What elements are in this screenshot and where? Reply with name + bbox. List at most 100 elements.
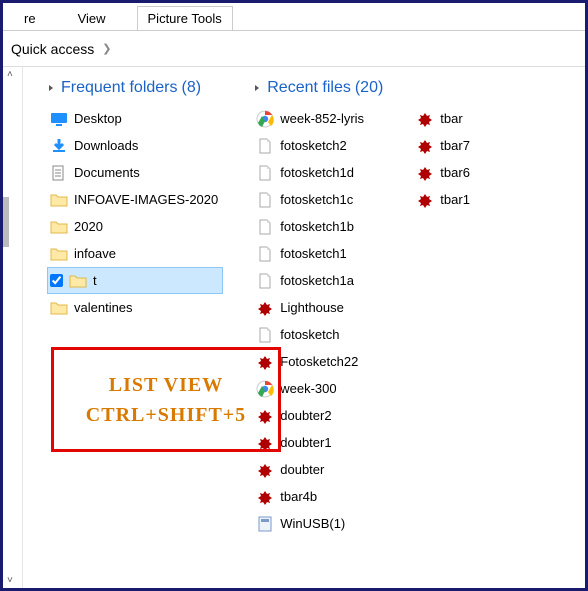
file-icon (256, 245, 274, 263)
file-item[interactable]: fotosketch1a (253, 267, 383, 294)
nav-scroll-down[interactable]: ˅ (7, 575, 13, 586)
annotation-line2: CTRL+SHIFT+5 (86, 400, 246, 430)
file-icon (256, 218, 274, 236)
address-bar[interactable]: Quick access ❯ (3, 31, 585, 67)
file-item[interactable]: tbar4b (253, 483, 383, 510)
annotation-line1: LIST VIEW (109, 370, 223, 400)
bug-icon (416, 110, 434, 128)
file-icon (256, 164, 274, 182)
item-label: infoave (74, 246, 116, 261)
nav-pane: ˄ ˅ (3, 67, 23, 588)
item-label: fotosketch1a (280, 273, 354, 288)
folder-icon (69, 272, 87, 290)
chevron-right-icon[interactable]: ❯ (102, 42, 111, 55)
item-label: fotosketch2 (280, 138, 347, 153)
annotation-box: LIST VIEW CTRL+SHIFT+5 (51, 347, 281, 452)
bug-icon (256, 461, 274, 479)
item-label: tbar4b (280, 489, 317, 504)
file-item[interactable]: fotosketch (253, 321, 383, 348)
file-icon (256, 272, 274, 290)
item-label: week-852-lyris (280, 111, 364, 126)
file-item[interactable]: fotosketch2 (253, 132, 383, 159)
file-item[interactable]: Lighthouse (253, 294, 383, 321)
folder-item[interactable]: Documents (47, 159, 223, 186)
recent-count: (20) (355, 79, 383, 97)
file-icon (256, 326, 274, 344)
item-label: Downloads (74, 138, 138, 153)
folder-item[interactable]: 2020 (47, 213, 223, 240)
recent-files-header[interactable]: Recent files (20) (253, 79, 383, 97)
file-item[interactable]: week-852-lyris (253, 105, 383, 132)
item-label: doubter2 (280, 408, 331, 423)
item-label: fotosketch1 (280, 246, 347, 261)
frequent-folders-header[interactable]: Frequent folders (8) (47, 79, 223, 97)
folder-icon (50, 218, 68, 236)
bug-icon (416, 137, 434, 155)
file-item[interactable]: tbar6 (413, 159, 475, 186)
file-item[interactable]: fotosketch1 (253, 240, 383, 267)
item-label: tbar (440, 111, 462, 126)
folder-icon (50, 245, 68, 263)
tab-picture-tools[interactable]: Picture Tools (137, 6, 233, 30)
bug-icon (256, 488, 274, 506)
batch-icon (256, 515, 274, 533)
item-label: fotosketch1c (280, 192, 353, 207)
file-icon (256, 137, 274, 155)
file-item[interactable]: tbar7 (413, 132, 475, 159)
folder-item[interactable]: Desktop (47, 105, 223, 132)
downloads-icon (50, 137, 68, 155)
desktop-icon (50, 110, 68, 128)
file-item[interactable]: fotosketch1b (253, 213, 383, 240)
item-label: tbar7 (440, 138, 470, 153)
caret-down-icon (253, 83, 263, 93)
item-label: doubter1 (280, 435, 331, 450)
nav-scroll-up[interactable]: ˄ (7, 69, 13, 80)
item-label: Desktop (74, 111, 122, 126)
folder-item[interactable]: t (47, 267, 223, 294)
item-label: doubter (280, 462, 324, 477)
recent-files-group: Recent files (20) week-852-lyris fotosket… (253, 79, 383, 537)
nav-scroll-handle[interactable] (3, 197, 9, 247)
chrome-icon (256, 110, 274, 128)
folder-item[interactable]: INFOAVE-IMAGES-2020 (47, 186, 223, 213)
frequent-title: Frequent folders (61, 79, 178, 97)
breadcrumb-location[interactable]: Quick access (11, 41, 94, 57)
file-item[interactable]: doubter (253, 456, 383, 483)
file-item[interactable]: tbar1 (413, 186, 475, 213)
file-item[interactable]: fotosketch1c (253, 186, 383, 213)
documents-icon (50, 164, 68, 182)
bug-icon (416, 191, 434, 209)
file-item[interactable]: tbar (413, 105, 475, 132)
item-label: valentines (74, 300, 133, 315)
tab-view[interactable]: View (67, 6, 117, 30)
folder-item[interactable]: valentines (47, 294, 223, 321)
item-label: 2020 (74, 219, 103, 234)
file-item[interactable]: WinUSB(1) (253, 510, 383, 537)
item-label: tbar1 (440, 192, 470, 207)
tab-share[interactable]: re (13, 6, 47, 30)
recent-title: Recent files (267, 79, 351, 97)
folder-icon (50, 191, 68, 209)
ribbon-tabs: re View Picture Tools (3, 3, 585, 31)
item-label: fotosketch (280, 327, 339, 342)
item-label: Fotosketch22 (280, 354, 358, 369)
select-checkbox[interactable] (50, 274, 63, 287)
item-label: WinUSB(1) (280, 516, 345, 531)
item-label: Lighthouse (280, 300, 344, 315)
bug-icon (416, 164, 434, 182)
item-label: Documents (74, 165, 140, 180)
item-label: INFOAVE-IMAGES-2020 (74, 192, 218, 207)
frequent-count: (8) (182, 79, 202, 97)
item-label: fotosketch1d (280, 165, 354, 180)
item-label: t (93, 273, 97, 288)
item-label: week-300 (280, 381, 336, 396)
item-label: tbar6 (440, 165, 470, 180)
folder-icon (50, 299, 68, 317)
file-list: Frequent folders (8) Desktop Downloads Doc… (23, 67, 585, 588)
file-icon (256, 191, 274, 209)
file-item[interactable]: fotosketch1d (253, 159, 383, 186)
folder-item[interactable]: infoave (47, 240, 223, 267)
item-label: fotosketch1b (280, 219, 354, 234)
bug-icon (256, 299, 274, 317)
folder-item[interactable]: Downloads (47, 132, 223, 159)
